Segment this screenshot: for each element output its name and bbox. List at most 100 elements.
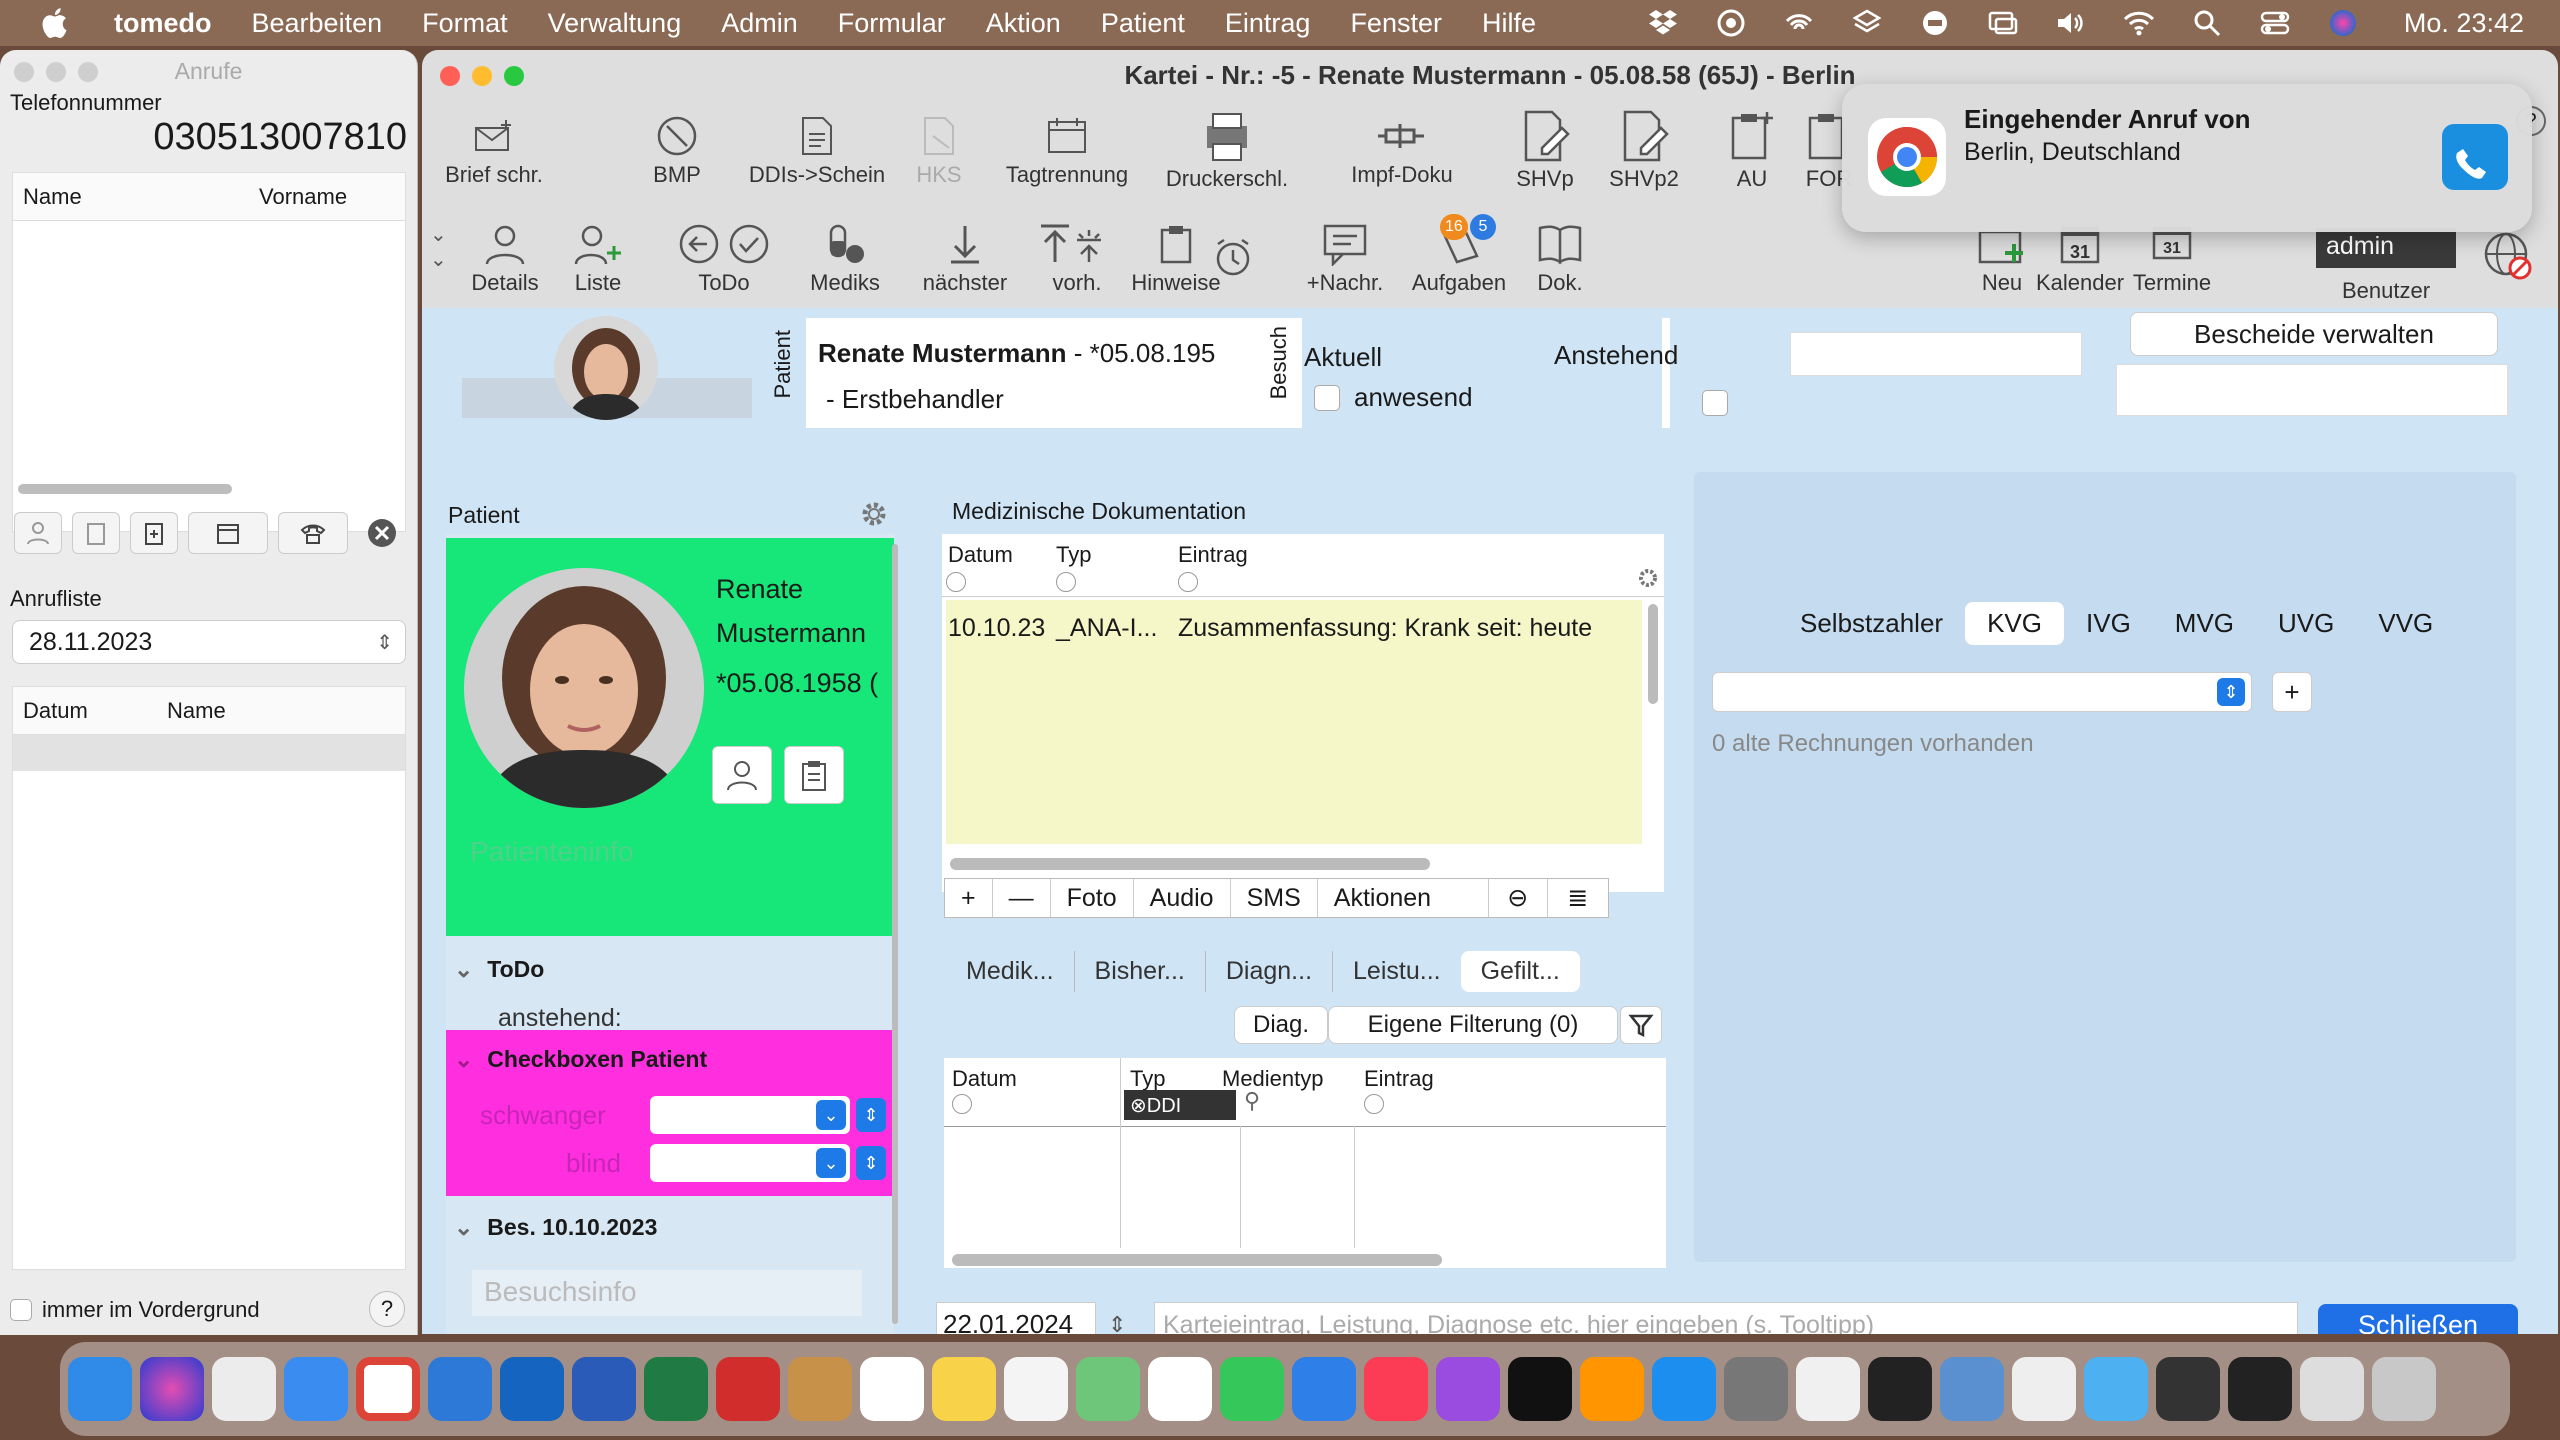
screen-mirror-icon[interactable] — [1986, 8, 2020, 38]
bescheide-field[interactable] — [2116, 364, 2508, 416]
doc-hscrollbar[interactable] — [950, 858, 1430, 870]
caller-table[interactable]: Name Vorname — [12, 172, 406, 532]
remove-entry-button[interactable]: — — [993, 879, 1051, 917]
menu-fenster[interactable]: Fenster — [1350, 8, 1442, 39]
window-thumb-icon[interactable] — [2156, 1357, 2220, 1421]
trash-icon[interactable] — [2372, 1357, 2436, 1421]
script-icon[interactable] — [2012, 1357, 2076, 1421]
gear-icon[interactable] — [858, 498, 890, 535]
incoming-call-notification[interactable]: Eingehender Anruf von Berlin, Deutschlan… — [1842, 84, 2532, 232]
podcasts-icon[interactable] — [1436, 1357, 1500, 1421]
filtered-table[interactable]: Datum Typ Medientyp Eintrag ⊗DDI ⚲ — [944, 1058, 1666, 1268]
tab-gefilt[interactable]: Gefilt... — [1460, 950, 1580, 992]
add-invoice-button[interactable]: + — [2272, 672, 2312, 712]
toolbar-hks[interactable]: HKS — [894, 110, 984, 188]
menu-hilfe[interactable]: Hilfe — [1482, 8, 1536, 39]
music-icon[interactable] — [1364, 1357, 1428, 1421]
safari-icon[interactable] — [284, 1357, 348, 1421]
bescheide-button[interactable]: Bescheide verwalten — [2130, 312, 2498, 356]
clipboard-icon[interactable] — [72, 512, 120, 554]
alarm-clock-icon[interactable] — [1212, 236, 1254, 283]
window-thumb-icon[interactable] — [2300, 1357, 2364, 1421]
calendar-icon[interactable] — [188, 512, 268, 554]
patient-clipboard-button[interactable] — [784, 746, 844, 804]
textedit-icon[interactable] — [1796, 1357, 1860, 1421]
preview-icon[interactable] — [1940, 1357, 2004, 1421]
doc-row-datum[interactable]: 10.10.23 — [948, 614, 1045, 643]
checkboxes-section[interactable]: ⌄ Checkboxen Patient — [454, 1046, 707, 1073]
besuch-section[interactable]: ⌄ Bes. 10.10.2023 — [454, 1214, 657, 1241]
blind-select[interactable]: ⌄ — [650, 1144, 850, 1182]
todo-section[interactable]: ⌄ ToDo — [454, 956, 544, 983]
date-stepper[interactable]: ⇕ — [1108, 1312, 1126, 1334]
sms-button[interactable]: SMS — [1231, 879, 1318, 917]
excel-icon[interactable] — [644, 1357, 708, 1421]
chrome-icon[interactable] — [356, 1357, 420, 1421]
more-icon[interactable]: ⊖ — [1487, 879, 1548, 917]
eigene-filterung-button[interactable]: Eigene Filterung (0) — [1328, 1006, 1618, 1044]
col-datum[interactable]: Datum — [13, 698, 157, 724]
doc-typ-radio[interactable] — [1056, 572, 1076, 592]
doc-col-eintrag[interactable]: Eintrag — [1178, 542, 1248, 568]
ddi-filter-tag[interactable]: ⊗DDI — [1124, 1090, 1236, 1120]
doc-datum-radio[interactable] — [946, 572, 966, 592]
t2-eintrag-radio[interactable] — [1364, 1094, 1384, 1114]
patient-header-avatar[interactable] — [554, 316, 658, 420]
aktionen-button[interactable]: Aktionen — [1318, 879, 1488, 917]
wifi-broadcast-icon[interactable] — [1782, 8, 1816, 38]
tab-ivg[interactable]: IVG — [2064, 602, 2153, 645]
apple-icon[interactable] — [38, 5, 74, 41]
patient-details-button[interactable] — [712, 746, 772, 804]
double-chevron-down-icon[interactable]: ⌄ ⌄ — [430, 222, 447, 272]
t2-datum-radio[interactable] — [952, 1094, 972, 1114]
doc-row-eintrag[interactable]: Zusammenfassung: Krank seit: heute — [1178, 614, 1592, 643]
wifi-icon[interactable] — [2122, 8, 2156, 38]
toolbar-au[interactable]: AU — [1712, 106, 1792, 192]
folder-icon[interactable] — [2084, 1357, 2148, 1421]
doc-eintrag-radio[interactable] — [1178, 572, 1198, 592]
target-icon[interactable] — [1714, 8, 1748, 38]
stepper-icon[interactable]: ⇕ — [376, 630, 393, 655]
doc-vscrollbar[interactable] — [1648, 604, 1658, 704]
outlook-icon[interactable] — [500, 1357, 564, 1421]
notes-icon[interactable] — [932, 1357, 996, 1421]
toolbar-naechster[interactable]: nächster — [910, 218, 1020, 296]
phone-icon[interactable] — [278, 512, 348, 554]
search-icon[interactable] — [2190, 8, 2224, 38]
phone-number[interactable]: 030513007810 — [153, 116, 407, 159]
list-item[interactable] — [13, 735, 405, 771]
contacts-icon[interactable] — [788, 1357, 852, 1421]
diag-button[interactable]: Diag. — [1234, 1006, 1328, 1044]
invoice-select[interactable]: ⇕ — [1712, 672, 2252, 712]
entry-input[interactable]: Karteieintrag, Leistung, Diagnose etc. h… — [1154, 1302, 2298, 1334]
vpn-icon[interactable] — [1918, 8, 1952, 38]
anstehend-field[interactable] — [1790, 332, 2082, 376]
toolbar-druckerschl[interactable]: Druckerschl. — [1137, 106, 1317, 192]
tab-leistu[interactable]: Leistu... — [1332, 950, 1461, 992]
patient-photo[interactable] — [464, 568, 704, 808]
toolbar-brief[interactable]: Brief schr. — [442, 110, 546, 188]
layers-icon[interactable] — [1850, 8, 1884, 38]
chevron-down-icon[interactable]: ⌄ — [816, 1100, 846, 1130]
col-name2[interactable]: Name — [157, 698, 226, 724]
menu-patient[interactable]: Patient — [1101, 8, 1185, 39]
appletv-icon[interactable] — [1508, 1357, 1572, 1421]
toolbar-shvp[interactable]: SHVp — [1500, 106, 1590, 192]
gear-icon[interactable] — [1636, 566, 1660, 595]
launchpad-icon[interactable] — [212, 1357, 276, 1421]
toolbar-details[interactable]: Details — [460, 218, 550, 296]
toolbar-impf[interactable]: Impf-Doku — [1322, 110, 1482, 188]
system-settings-icon[interactable] — [1724, 1357, 1788, 1421]
window-thumb-icon[interactable] — [2228, 1357, 2292, 1421]
menu-aktion[interactable]: Aktion — [986, 8, 1061, 39]
schwanger-select[interactable]: ⌄ — [650, 1096, 850, 1134]
anwesend-checkbox[interactable] — [1314, 384, 1340, 411]
doc-row-area[interactable]: 10.10.23 _ANA-I... Zusammenfassung: Kran… — [946, 600, 1642, 844]
patient-panel-scrollbar[interactable] — [892, 544, 898, 1324]
xcode-icon[interactable] — [428, 1357, 492, 1421]
toolbar-todo[interactable]: ToDo — [654, 218, 794, 296]
tab-vvg[interactable]: VVG — [2356, 602, 2455, 645]
blind-stepper[interactable]: ⇕ — [856, 1146, 886, 1180]
person-icon[interactable] — [14, 512, 62, 554]
control-center-icon[interactable] — [2258, 8, 2292, 38]
